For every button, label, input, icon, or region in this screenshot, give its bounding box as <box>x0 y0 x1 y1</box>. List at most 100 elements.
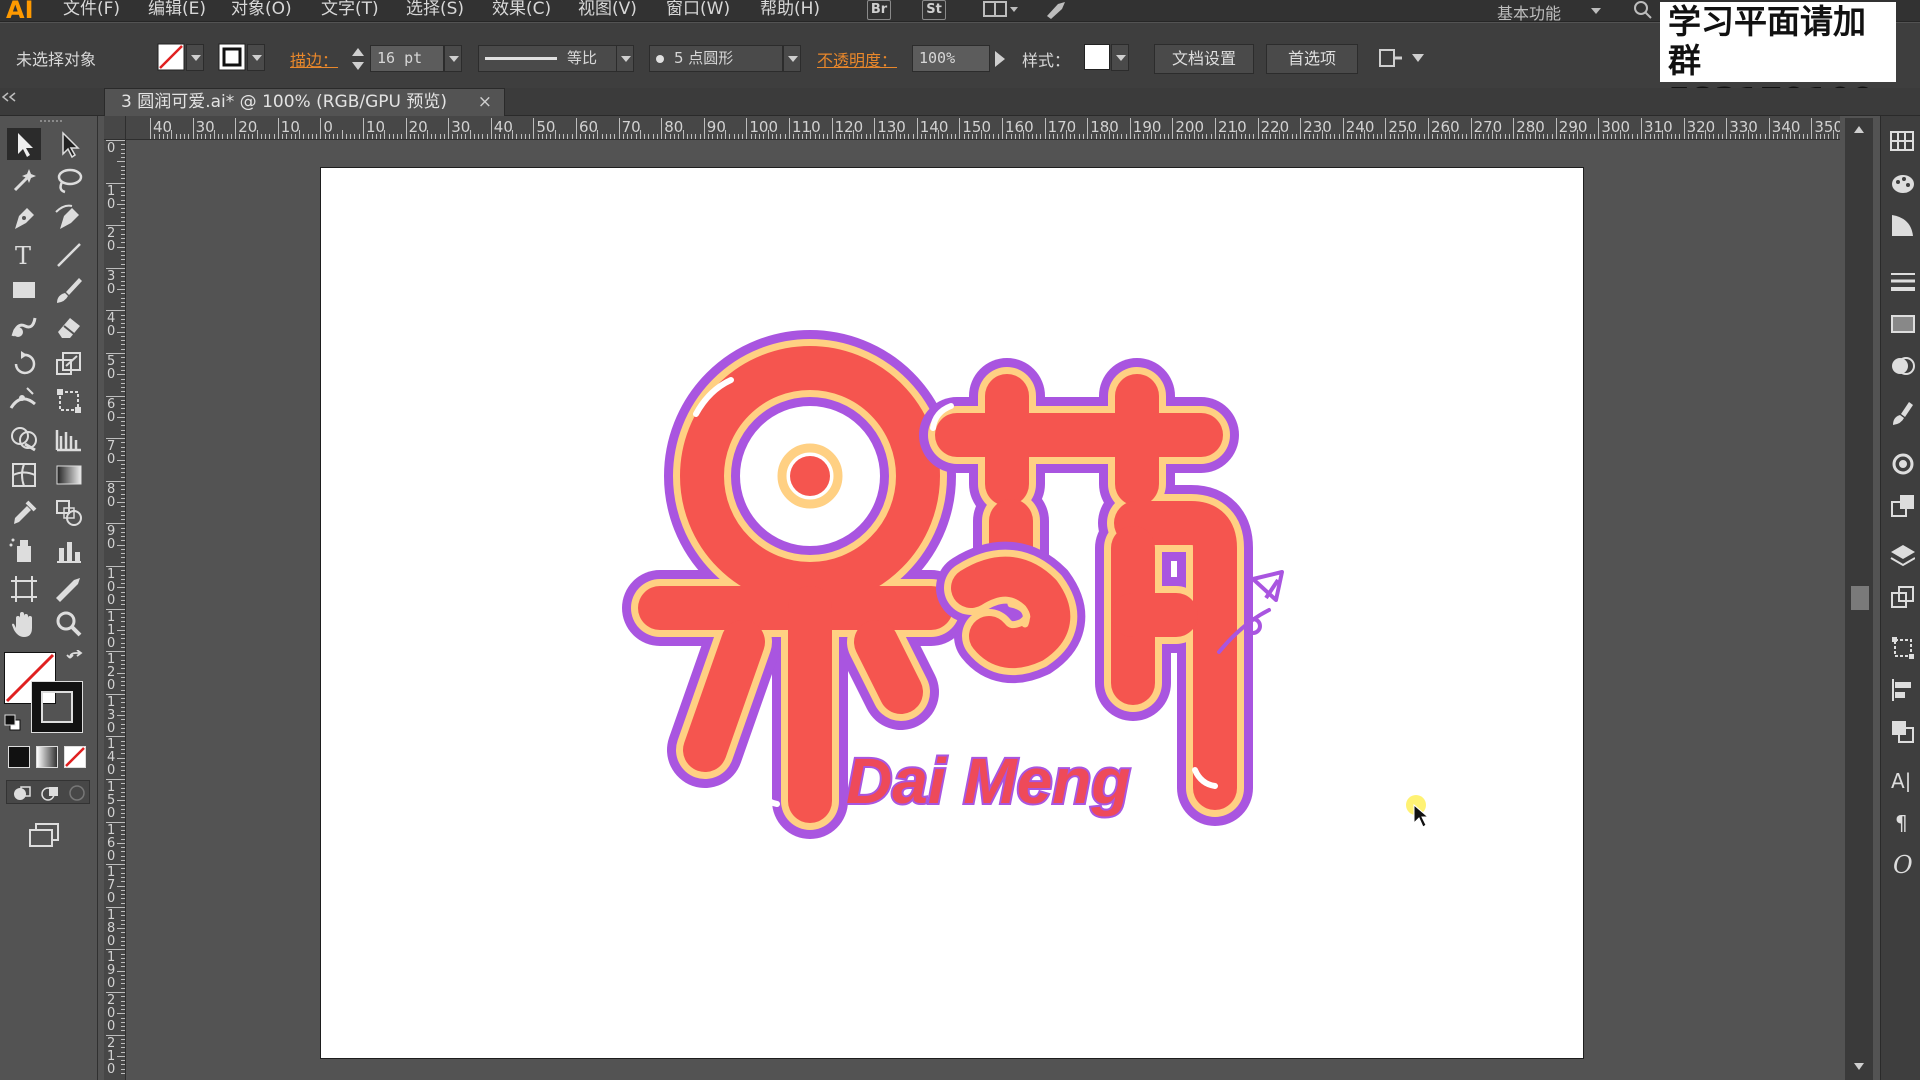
perspective-grid-tool[interactable] <box>52 422 86 454</box>
menu-edit[interactable]: 编辑(E) <box>148 0 206 20</box>
brushes-panel-icon[interactable] <box>1889 400 1915 426</box>
screen-mode-icon[interactable] <box>28 822 62 850</box>
rotate-tool[interactable] <box>7 348 41 380</box>
fill-dropdown[interactable] <box>186 44 204 71</box>
arrange-documents-icon[interactable] <box>982 0 1020 20</box>
paragraph-panel-icon[interactable]: ¶ <box>1889 808 1915 834</box>
pen-tool[interactable] <box>7 202 41 234</box>
eraser-tool[interactable] <box>52 310 86 342</box>
stroke-color-icon[interactable] <box>218 43 246 71</box>
swatches-panel-icon[interactable] <box>1889 128 1915 154</box>
opacity-slider-arrow-icon[interactable] <box>992 49 1008 69</box>
scroll-up-icon[interactable] <box>1853 124 1865 134</box>
selection-tool[interactable] <box>7 128 41 160</box>
artboard[interactable]: Dai Meng <box>320 167 1584 1059</box>
transparency-panel-icon[interactable] <box>1889 352 1915 378</box>
lasso-tool[interactable] <box>52 164 86 196</box>
type-tool[interactable]: T <box>7 238 41 270</box>
swap-fill-stroke-icon[interactable] <box>66 650 86 670</box>
paintbrush-tool[interactable] <box>52 274 86 306</box>
collapse-panels-icon[interactable] <box>2 92 16 102</box>
artboard-tool[interactable] <box>7 572 41 604</box>
character-panel-icon[interactable]: A| <box>1889 766 1915 792</box>
panel-grip-icon[interactable] <box>40 118 64 124</box>
variable-width-profile[interactable]: 等比 <box>478 45 622 72</box>
character-meng[interactable] <box>919 358 1284 826</box>
menu-type[interactable]: 文字(T) <box>321 0 379 20</box>
stroke-panel-icon[interactable] <box>1889 268 1915 294</box>
horizontal-ruler[interactable]: 40 30 20 10 0 10 20 30 40 50 60 70 80 90 100 110 120 130 1… <box>104 116 1840 140</box>
mesh-tool[interactable] <box>7 458 41 490</box>
shape-builder-tool[interactable] <box>7 422 41 454</box>
gpu-performance-icon[interactable] <box>1044 0 1068 20</box>
stroke-label[interactable]: 描边： <box>290 47 338 71</box>
rectangle-tool[interactable] <box>7 274 41 306</box>
gradient-mode-button[interactable] <box>36 746 58 768</box>
direct-selection-tool[interactable] <box>52 128 86 160</box>
opentype-panel-icon[interactable]: O <box>1889 850 1915 876</box>
hand-tool[interactable] <box>7 608 41 640</box>
artboards-panel-icon[interactable] <box>1889 584 1915 610</box>
stock-icon[interactable]: St <box>922 0 946 20</box>
character-guo[interactable] <box>622 330 969 839</box>
menu-select[interactable]: 选择(S) <box>406 0 464 20</box>
tab-close-button[interactable]: × <box>478 89 492 115</box>
graphic-style-swatch[interactable] <box>1084 44 1110 70</box>
scale-tool[interactable] <box>52 348 86 380</box>
default-fill-stroke-icon[interactable] <box>4 714 22 732</box>
quick-actions-icon[interactable] <box>1378 44 1424 72</box>
graphic-style-dropdown[interactable] <box>1111 44 1129 71</box>
draw-inside-icon[interactable] <box>67 783 89 803</box>
zoom-tool[interactable] <box>52 608 86 640</box>
scroll-down-icon[interactable] <box>1853 1062 1865 1072</box>
pathfinder-panel-icon[interactable] <box>1889 718 1915 744</box>
opacity-input[interactable]: 100% <box>912 45 990 72</box>
fill-none-icon[interactable] <box>157 43 185 71</box>
layers-panel-icon[interactable] <box>1889 542 1915 568</box>
subtitle-dai-meng[interactable]: Dai Meng <box>844 743 1132 819</box>
transform-panel-icon[interactable] <box>1889 634 1915 660</box>
artwork[interactable]: Dai Meng <box>321 168 1585 1060</box>
bridge-icon[interactable]: Br <box>867 0 891 20</box>
stroke-weight-dropdown[interactable] <box>444 45 462 72</box>
ruler-origin[interactable] <box>104 116 126 140</box>
document-setup-button[interactable]: 文档设置 <box>1154 44 1254 74</box>
chevron-down-icon[interactable] <box>1590 6 1602 16</box>
free-transform-tool[interactable] <box>52 384 86 416</box>
preferences-button[interactable]: 首选项 <box>1266 44 1358 74</box>
gradient-tool[interactable] <box>52 458 86 490</box>
appearance-panel-icon[interactable] <box>1889 450 1915 476</box>
none-mode-button[interactable] <box>64 746 86 768</box>
color-guide-icon[interactable] <box>1889 212 1915 238</box>
stroke-weight-input[interactable]: 16 pt <box>370 45 444 72</box>
vertical-ruler[interactable]: 01 02 03 04 05 06 07 08 09 01 0 01 1 01 … <box>104 140 126 1080</box>
blend-tool[interactable] <box>52 496 86 528</box>
brush-definition[interactable]: 5 点圆形 <box>649 45 783 72</box>
color-mode-button[interactable] <box>8 746 30 768</box>
column-graph-tool[interactable] <box>52 534 86 566</box>
menu-file[interactable]: 文件(F) <box>63 0 120 20</box>
menu-help[interactable]: 帮助(H) <box>760 0 820 20</box>
graphic-styles-icon[interactable] <box>1889 492 1915 518</box>
brush-dropdown[interactable] <box>783 45 801 72</box>
symbol-sprayer-tool[interactable] <box>7 534 41 566</box>
menu-window[interactable]: 窗口(W) <box>666 0 730 20</box>
menu-effect[interactable]: 效果(C) <box>492 0 551 20</box>
width-tool[interactable] <box>7 384 41 416</box>
magic-wand-tool[interactable] <box>7 164 41 196</box>
opacity-label[interactable]: 不透明度： <box>817 47 897 71</box>
stroke-stepper-icon[interactable] <box>348 45 368 73</box>
eyedropper-tool[interactable] <box>7 496 41 528</box>
draw-behind-icon[interactable] <box>39 783 61 803</box>
draw-normal-icon[interactable] <box>11 783 33 803</box>
align-panel-icon[interactable] <box>1889 676 1915 702</box>
search-icon[interactable] <box>1632 0 1654 20</box>
document-tab[interactable]: 3 圆润可爱.ai* @ 100% (RGB/GPU 预览) × <box>104 88 505 116</box>
shaper-tool[interactable] <box>7 310 41 342</box>
color-panel-icon[interactable] <box>1889 170 1915 196</box>
line-segment-tool[interactable] <box>52 238 86 270</box>
menu-view[interactable]: 视图(V) <box>578 0 637 20</box>
profile-dropdown[interactable] <box>616 45 634 72</box>
stroke-swatch[interactable] <box>32 682 82 732</box>
curvature-tool[interactable] <box>52 202 86 234</box>
